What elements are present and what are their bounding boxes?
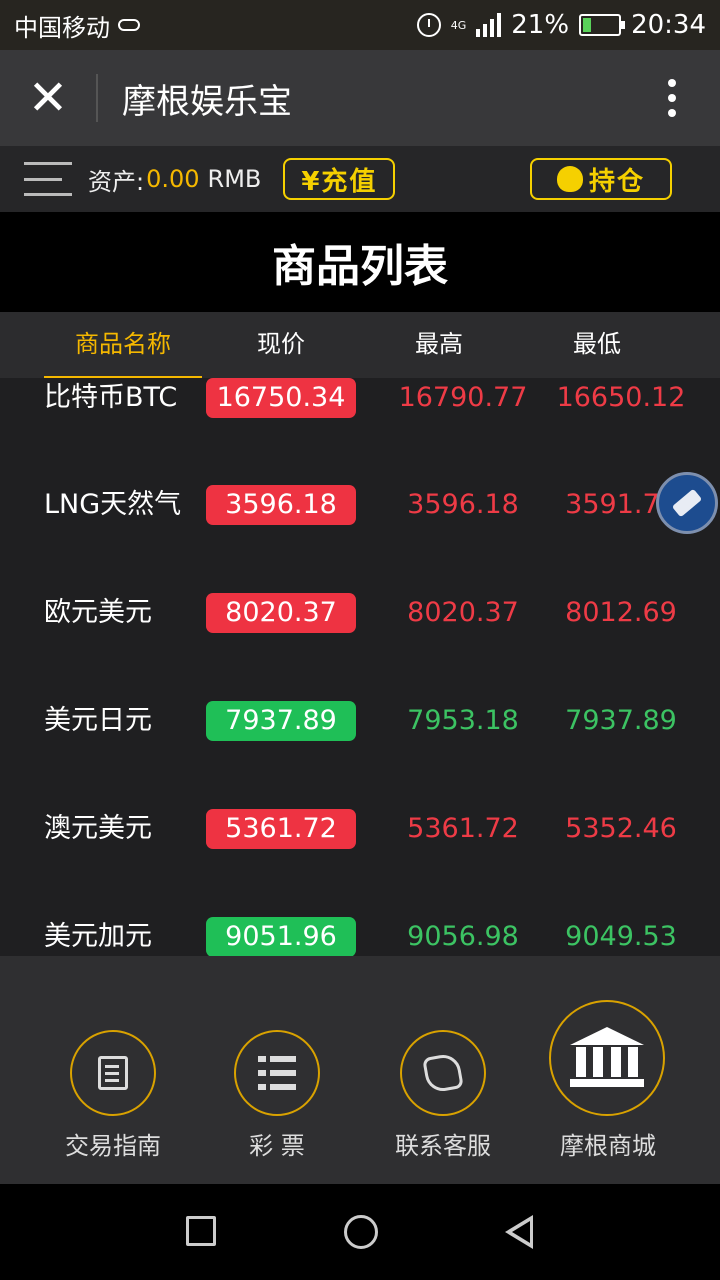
clock: 20:34 <box>631 10 706 40</box>
close-button[interactable]: ✕ <box>0 50 96 146</box>
product-name: 澳元美元 <box>44 813 152 844</box>
low-price: 8012.69 <box>565 597 677 628</box>
table-row[interactable]: 美元加元 9051.96 9056.98 9049.53 <box>0 917 720 956</box>
low-price: 16650.12 <box>556 382 686 413</box>
table-row[interactable]: 比特币BTC 16750.34 16790.77 16650.12 <box>0 378 720 418</box>
app-title: 摩根娱乐宝 <box>122 81 292 122</box>
asset-label: 资产: <box>88 167 145 196</box>
more-dot-icon <box>668 109 676 117</box>
table-header: 商品名称 现价 最高 最低 <box>0 312 720 378</box>
status-bar: 中国移动 4G 21% 20:34 <box>0 0 720 50</box>
low-price: 5352.46 <box>565 813 677 844</box>
nav-label: 交易指南 <box>65 1132 161 1160</box>
product-name: 美元加元 <box>44 921 152 952</box>
current-price: 8020.37 <box>206 593 356 633</box>
document-icon <box>98 1056 128 1090</box>
asset-bar: 资产: 0.00 RMB ¥充值 持仓 <box>0 146 720 212</box>
battery-icon <box>579 14 626 36</box>
more-dot-icon <box>668 94 676 102</box>
nav-customer-service[interactable]: 联系客服 <box>358 956 528 1184</box>
back-icon[interactable] <box>505 1215 533 1249</box>
product-name: LNG天然气 <box>44 489 182 520</box>
current-price: 3596.18 <box>206 485 356 525</box>
table-row[interactable]: 美元日元 7937.89 7953.18 7937.89 <box>0 701 720 741</box>
product-list[interactable]: 比特币BTC 16750.34 16790.77 16650.12 LNG天然气… <box>0 378 720 956</box>
position-button[interactable]: 持仓 <box>530 158 672 200</box>
asset-value: 0.00 <box>146 165 200 193</box>
table-row[interactable]: 澳元美元 5361.72 5361.72 5352.46 <box>0 809 720 849</box>
product-name: 比特币BTC <box>44 382 178 413</box>
nav-label: 联系客服 <box>395 1132 491 1160</box>
high-price: 16790.77 <box>398 382 528 413</box>
low-price: 9049.53 <box>565 921 677 952</box>
more-dot-icon <box>668 79 676 87</box>
menu-button[interactable] <box>24 162 72 196</box>
table-row[interactable]: LNG天然气 3596.18 3596.18 3591.77 <box>0 485 720 525</box>
high-price: 8020.37 <box>407 597 519 628</box>
column-low: 最低 <box>573 330 621 358</box>
carrier-name: 中国移动 <box>14 13 110 42</box>
system-nav-bar <box>0 1184 720 1280</box>
high-price: 5361.72 <box>407 813 519 844</box>
table-row[interactable]: 欧元美元 8020.37 8020.37 8012.69 <box>0 593 720 633</box>
money-bag-icon <box>556 166 583 192</box>
phone-icon <box>422 1052 464 1094</box>
high-price: 7953.18 <box>407 705 519 736</box>
close-icon: ✕ <box>27 70 69 126</box>
bottom-nav: 交易指南 彩 票 联系客服 摩根商城 <box>0 956 720 1184</box>
page-title: 商品列表 <box>0 212 720 312</box>
cloud-icon <box>118 19 140 31</box>
high-price: 3596.18 <box>407 489 519 520</box>
nav-trading-guide[interactable]: 交易指南 <box>28 956 198 1184</box>
floating-assist-button[interactable] <box>656 472 718 534</box>
recharge-button[interactable]: ¥充值 <box>283 158 396 200</box>
nav-icon-circle <box>234 1030 320 1116</box>
column-high: 最高 <box>415 330 463 358</box>
recents-icon[interactable] <box>186 1216 216 1246</box>
current-price: 16750.34 <box>206 378 356 418</box>
nav-icon-circle <box>549 1000 665 1116</box>
signal-icon <box>476 13 502 37</box>
network-type: 4G <box>450 18 467 32</box>
nav-label: 摩根商城 <box>560 1132 656 1160</box>
high-price: 9056.98 <box>407 921 519 952</box>
recharge-label: ¥充值 <box>301 166 378 197</box>
bank-icon <box>570 1027 644 1089</box>
nav-icon-circle <box>400 1030 486 1116</box>
nav-lottery[interactable]: 彩 票 <box>192 956 362 1184</box>
asset-unit: RMB <box>207 165 262 193</box>
tab-product-name[interactable]: 商品名称 <box>44 312 202 378</box>
alarm-icon <box>416 13 441 37</box>
current-price: 5361.72 <box>206 809 356 849</box>
current-price: 7937.89 <box>206 701 356 741</box>
nav-label: 彩 票 <box>249 1132 305 1160</box>
product-name: 欧元美元 <box>44 597 152 628</box>
low-price: 7937.89 <box>565 705 677 736</box>
list-icon <box>258 1056 296 1090</box>
current-price: 9051.96 <box>206 917 356 956</box>
nav-mall[interactable]: 摩根商城 <box>523 956 693 1184</box>
battery-percent: 21% <box>511 10 570 40</box>
divider <box>96 74 98 122</box>
brush-icon <box>671 488 703 518</box>
app-bar: ✕ 摩根娱乐宝 <box>0 50 720 146</box>
home-icon[interactable] <box>344 1215 378 1249</box>
nav-icon-circle <box>70 1030 156 1116</box>
position-label: 持仓 <box>588 166 645 197</box>
more-options-button[interactable] <box>624 50 720 146</box>
column-current-price: 现价 <box>257 330 305 358</box>
product-name: 美元日元 <box>44 705 152 736</box>
